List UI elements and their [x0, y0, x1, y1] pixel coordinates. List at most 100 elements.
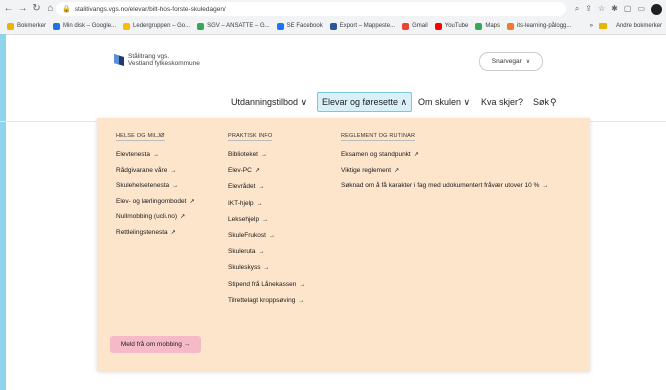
bookmark-star-icon[interactable]: ☆ [598, 2, 605, 16]
menu-link[interactable]: Søknad om å få karakter i fag med udokum… [341, 181, 548, 191]
browser-window: ← → ↻ ⌂ 🔒 stalitivangs.vgs.no/elevar/bil… [0, 0, 666, 390]
bookmark-item[interactable]: Maps [475, 22, 500, 30]
arrow-right-icon: → [268, 233, 275, 239]
bookmark-item[interactable]: Min disk – Google... [53, 22, 116, 30]
back-icon[interactable]: ← [3, 2, 14, 16]
menu-link-label: Viktige reglement [341, 166, 392, 174]
nav-utdanningstilbod[interactable]: Utdanningstilbod ∨ [231, 94, 307, 110]
menu-link[interactable]: Viktige reglement ↗ [341, 166, 399, 176]
main-nav: Utdanningstilbod ∨ Elevar og føresette ∧… [0, 92, 666, 112]
other-bookmarks[interactable]: » Andre bokmerker [590, 18, 662, 34]
left-edge [0, 34, 6, 390]
arrow-right-icon: → [298, 297, 305, 304]
nav-kva-skjer[interactable]: Kva skjer? [481, 94, 523, 110]
bookmark-favicon-icon [475, 22, 483, 30]
menu-link-label: Skuleruta [228, 248, 256, 256]
url-field[interactable]: 🔒 stalitivangs.vgs.no/elevar/bilt-hos-fo… [56, 2, 566, 16]
bookmark-item[interactable]: SE Facebook [276, 22, 323, 30]
arrow-right-icon: → [258, 249, 265, 256]
bookmark-favicon-icon [53, 22, 61, 30]
menu-link[interactable]: Skuleskyss → [228, 263, 270, 273]
menu-link[interactable]: Elev-PC ↗ [228, 166, 260, 176]
menu-link[interactable]: Elev- og lærlingombodet ↗ [116, 197, 194, 207]
arrow-right-icon: → [256, 200, 263, 207]
menu-link[interactable]: Skuleruta → [228, 247, 264, 257]
menu-link[interactable]: Tilrettelagt kroppsøving → [228, 296, 304, 306]
logo-icon [114, 54, 124, 66]
arrow-right-icon: → [542, 183, 549, 189]
menu-link[interactable]: SkuleFrukost → [228, 231, 275, 241]
arrow-right-icon: → [261, 152, 267, 158]
menu-link-label: Elev-PC [228, 167, 252, 175]
menu-link-label: SkuleFrukost [228, 232, 266, 239]
mega-menu: HELSE OG MILJØ PRAKTISK INFO REGLEMENT O… [97, 118, 590, 371]
bookmark-item[interactable]: YouTube [434, 22, 468, 30]
menu-link[interactable]: Elevrådet → [228, 182, 264, 192]
folder-icon [598, 23, 607, 29]
bookmark-label: SGV – ANSATTE – G... [207, 23, 270, 29]
bookmark-item[interactable]: Ledergruppen – Go... [123, 22, 190, 30]
bookmark-label: Maps [485, 23, 500, 29]
profile-avatar[interactable] [651, 3, 662, 15]
zoom-icon[interactable]: ⌕ [575, 2, 579, 16]
bookmark-label: Export – Mappeste... [339, 23, 396, 29]
home-icon[interactable]: ⌂ [45, 2, 56, 16]
arrow-right-icon: → [262, 216, 269, 223]
menu-link[interactable]: IKT-hjelp → [228, 199, 263, 209]
bookmark-item[interactable]: its-learning-pålogg... [507, 22, 571, 30]
nav-om-skulen[interactable]: Om skulen ∨ [418, 94, 470, 110]
bookmark-favicon-icon [197, 22, 205, 30]
report-bullying-button[interactable]: Meld frå om mobbing → [110, 336, 201, 353]
more-icon[interactable]: » [590, 23, 593, 29]
menu-link[interactable]: Nullmobbing (ucli.no) ↗ [116, 212, 185, 222]
share-icon[interactable]: ⇪ [585, 2, 592, 16]
external-link-icon: ↗ [413, 152, 419, 158]
menu-link[interactable]: Skulehelsetenesta → [116, 181, 178, 191]
logo-line2: Vestland fylkeskommune [128, 60, 200, 67]
menu-link[interactable]: Elevtenesta → [116, 150, 159, 160]
nav-elevar-foresette[interactable]: Elevar og føresette ∧ [317, 92, 413, 112]
bookmark-favicon-icon [123, 22, 131, 30]
menu-link-label: Elevtenesta [116, 151, 150, 158]
shortcut-label: Snarvegar [491, 58, 522, 65]
address-bar: ← → ↻ ⌂ 🔒 stalitivangs.vgs.no/elevar/bil… [0, 0, 666, 18]
menu-link[interactable]: Rettleiingstenesta ↗ [116, 228, 176, 238]
bookmark-item[interactable]: SGV – ANSATTE – G... [197, 22, 270, 30]
window-icon[interactable]: ▭ [637, 2, 645, 16]
bookmark-favicon-icon [434, 22, 442, 30]
site-logo[interactable]: Stålitrang vgs. Vestland fylkeskommune [113, 53, 200, 67]
external-link-icon: ↗ [180, 214, 186, 220]
arrow-right-icon: → [172, 183, 179, 189]
menu-link-label: Elev- og lærlingombodet [116, 197, 187, 205]
menu-link[interactable]: Stipend frå Lånekassen → [228, 280, 305, 290]
url-text: stalitivangs.vgs.no/elevar/bilt-hos-fors… [74, 5, 226, 13]
nav-sok[interactable]: Søk⚲ [533, 94, 557, 110]
menu-link-label: Rettleiingstenesta [116, 228, 168, 236]
shortcut-button[interactable]: Snarvegar ∨ [479, 52, 543, 71]
menu-link-label: Rådgivarane våre [116, 166, 168, 174]
menu-link-label: IKT-hjelp [228, 199, 254, 207]
extensions-icon[interactable]: ✱ [611, 2, 618, 16]
menu-link-label: Skulehelsetenesta [116, 182, 170, 189]
nav-sok-label: Søk [533, 97, 550, 107]
forward-icon[interactable]: → [17, 2, 28, 16]
menu-link[interactable]: Rådgivarane våre → [116, 166, 176, 176]
menu-link-label: Biblioteket [228, 151, 258, 158]
menu-link-label: Tilrettelagt kroppsøving [228, 296, 296, 304]
col-title-helse: HELSE OG MILJØ [116, 133, 165, 141]
arrow-right-icon: → [170, 167, 177, 174]
menu-link-label: Skuleskyss [228, 264, 261, 272]
lock-icon: 🔒 [62, 6, 71, 13]
sidepanel-icon[interactable]: ▢ [624, 2, 632, 16]
menu-link[interactable]: Leksehjelp → [228, 215, 268, 225]
menu-link[interactable]: Biblioteket → [228, 150, 267, 160]
bookmark-item[interactable]: Export – Mappeste... [329, 22, 396, 30]
bookmark-item[interactable]: Bokmerker [7, 22, 46, 30]
reload-icon[interactable]: ↻ [31, 2, 42, 16]
menu-link-label: Eksamen og standpunkt [341, 151, 411, 158]
arrow-right-icon: → [299, 281, 306, 288]
bookmark-item[interactable]: Gmail [402, 22, 428, 30]
arrow-right-icon: → [258, 184, 265, 191]
menu-link[interactable]: Eksamen og standpunkt ↗ [341, 150, 419, 160]
toolbar-icons: ⌕ ⇪ ☆ ✱ ▢ ▭ [575, 2, 662, 16]
